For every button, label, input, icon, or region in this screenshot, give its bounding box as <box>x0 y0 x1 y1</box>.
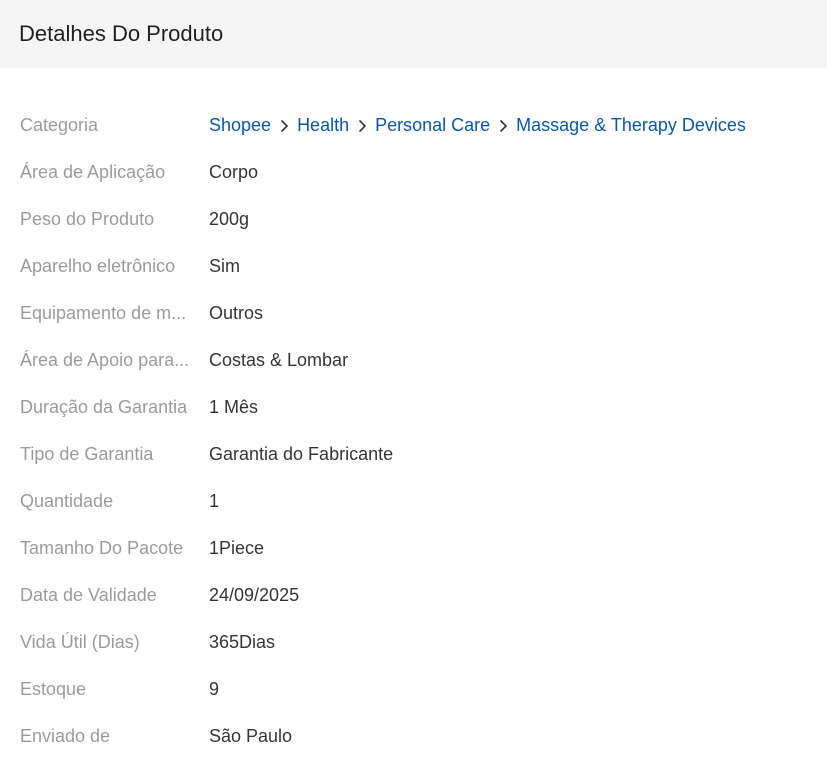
attribute-label: Aparelho eletrônico <box>20 256 176 276</box>
attribute-value: 9 <box>209 679 220 699</box>
breadcrumb-link-health[interactable]: Health <box>297 115 349 136</box>
attribute-row: Área de Aplicação Corpo <box>20 149 807 196</box>
attribute-row: Estoque 9 <box>20 666 807 713</box>
chevron-right-icon <box>349 116 375 136</box>
attribute-value: Garantia do Fabricante <box>209 444 394 464</box>
attribute-row: Tamanho Do Pacote 1Piece <box>20 525 807 572</box>
attribute-row: Peso do Produto 200g <box>20 196 807 243</box>
attribute-row: Enviado de São Paulo <box>20 713 807 760</box>
category-row: Categoria Shopee Health Personal Care Ma… <box>20 102 807 149</box>
attribute-label: Área de Aplicação <box>20 162 166 182</box>
product-details: Categoria Shopee Health Personal Care Ma… <box>0 68 827 760</box>
attribute-value: 1 <box>209 491 220 511</box>
breadcrumb-link-personal-care[interactable]: Personal Care <box>375 115 490 136</box>
attribute-label: Quantidade <box>20 491 114 511</box>
attribute-value: São Paulo <box>209 726 293 746</box>
attribute-value: Outros <box>209 303 264 323</box>
chevron-right-icon <box>490 116 516 136</box>
attribute-label: Tipo de Garantia <box>20 444 154 464</box>
chevron-right-icon <box>271 116 297 136</box>
attribute-value: 1 Mês <box>209 397 259 417</box>
attribute-label: Duração da Garantia <box>20 397 188 417</box>
attribute-value: 24/09/2025 <box>209 585 300 605</box>
attribute-value: Costas & Lombar <box>209 350 349 370</box>
attribute-row: Vida Útil (Dias) 365Dias <box>20 619 807 666</box>
attribute-label: Tamanho Do Pacote <box>20 538 184 558</box>
attribute-row: Data de Validade 24/09/2025 <box>20 572 807 619</box>
attribute-label-categoria: Categoria <box>20 115 99 135</box>
section-title: Detalhes Do Produto <box>19 21 224 46</box>
attribute-label: Equipamento de m... <box>20 303 187 323</box>
attribute-row: Área de Apoio para... Costas & Lombar <box>20 337 807 384</box>
attribute-value: Sim <box>209 256 240 276</box>
attribute-label: Data de Validade <box>20 585 157 605</box>
attribute-label: Peso do Produto <box>20 209 155 229</box>
attribute-label: Área de Apoio para... <box>20 350 190 370</box>
attribute-value: 200g <box>209 209 250 229</box>
attribute-row: Aparelho eletrônico Sim <box>20 243 807 290</box>
attribute-label: Enviado de <box>20 726 111 746</box>
attribute-value: 365Dias <box>209 632 276 652</box>
attribute-row: Tipo de Garantia Garantia do Fabricante <box>20 431 807 478</box>
attribute-label: Estoque <box>20 679 87 699</box>
category-breadcrumb: Shopee Health Personal Care Massage & Th… <box>209 115 746 136</box>
attribute-row: Duração da Garantia 1 Mês <box>20 384 807 431</box>
attribute-value: Corpo <box>209 162 259 182</box>
attribute-row: Quantidade 1 <box>20 478 807 525</box>
attribute-label: Vida Útil (Dias) <box>20 632 140 652</box>
breadcrumb-link-massage-therapy-devices[interactable]: Massage & Therapy Devices <box>516 115 746 136</box>
breadcrumb-link-shopee[interactable]: Shopee <box>209 115 271 136</box>
attribute-row: Equipamento de m... Outros <box>20 290 807 337</box>
section-header: Detalhes Do Produto <box>0 0 827 68</box>
attribute-value: 1Piece <box>209 538 265 558</box>
